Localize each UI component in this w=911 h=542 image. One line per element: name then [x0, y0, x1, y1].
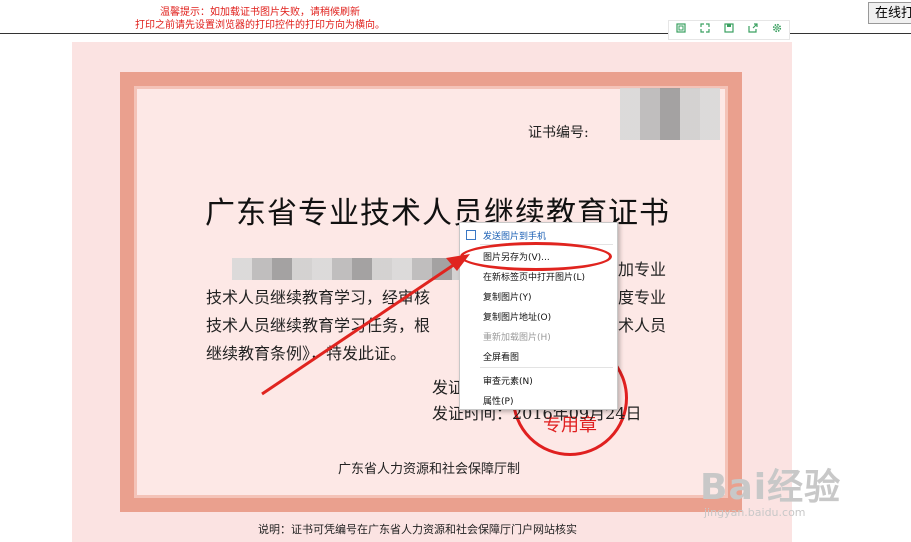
baidu-watermark: Bai经验 jingyan.baidu.com [700, 458, 841, 519]
watermark-brand: Bai经验 [700, 467, 842, 508]
